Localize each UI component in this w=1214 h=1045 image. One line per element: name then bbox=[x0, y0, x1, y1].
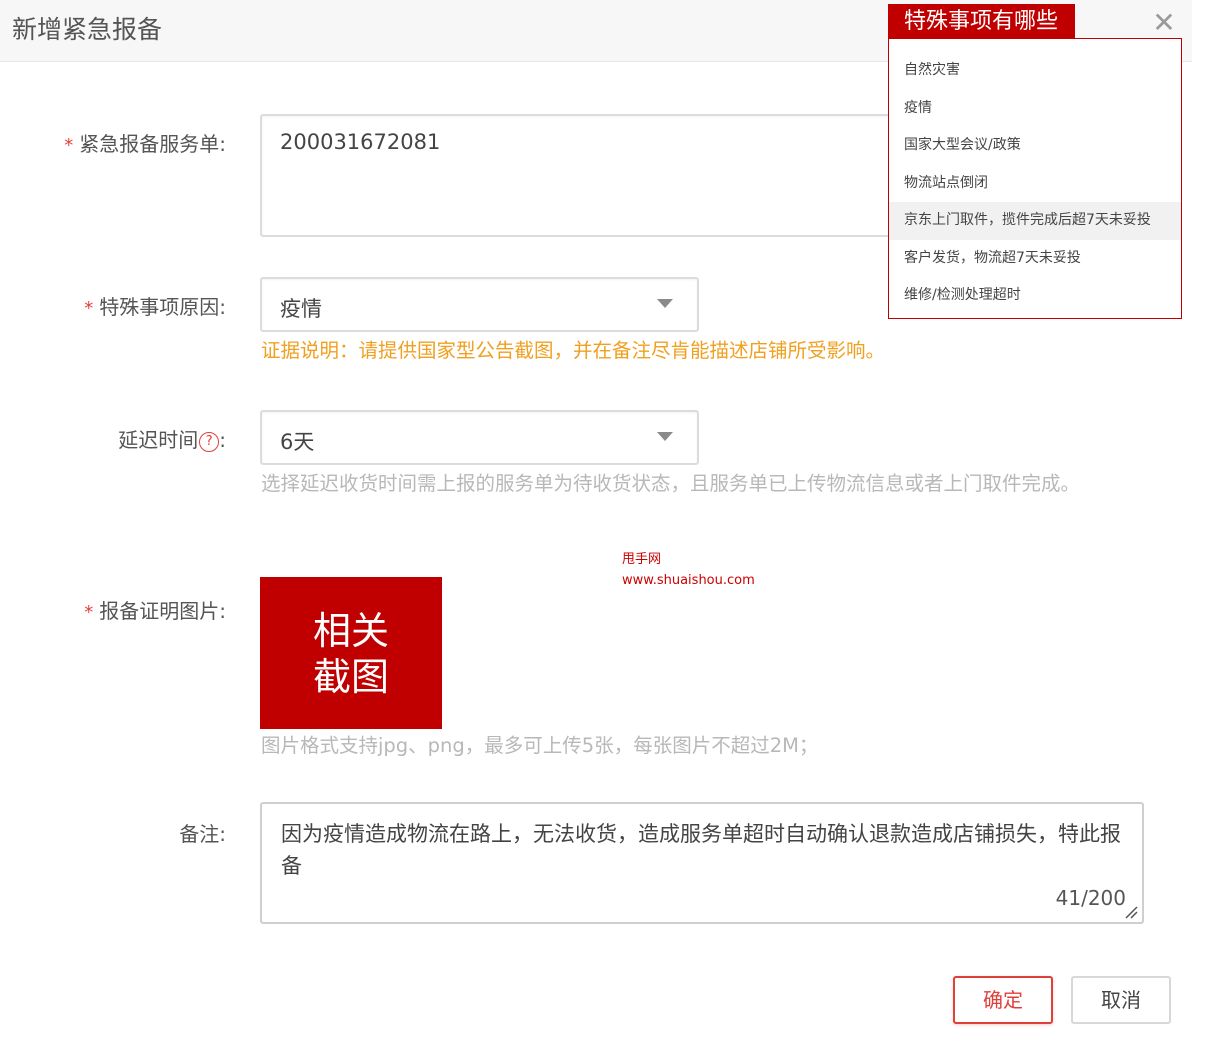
special-reason-label-text: 特殊事项原因: bbox=[99, 295, 226, 319]
popover-item[interactable]: 京东上门取件，揽件完成后超7天未妥投 bbox=[889, 202, 1181, 240]
chevron-down-icon bbox=[657, 432, 673, 441]
delay-time-label: 延迟时间?: bbox=[6, 424, 226, 453]
remark-counter: 41/200 bbox=[1055, 886, 1126, 910]
required-mark: * bbox=[64, 135, 74, 156]
service-order-label-text: 紧急报备服务单: bbox=[79, 132, 226, 156]
delay-time-value: 6天 bbox=[280, 430, 315, 454]
close-icon[interactable]: ✕ bbox=[1150, 8, 1178, 38]
upload-placeholder-line2: 截图 bbox=[312, 655, 389, 699]
delay-time-label-text: 延迟时间 bbox=[118, 428, 199, 452]
remark-value: 因为疫情造成物流在路上，无法收货，造成服务单超时自动确认退款造成店铺损失，特此报… bbox=[281, 822, 1121, 878]
service-order-label: * 紧急报备服务单: bbox=[6, 128, 226, 157]
delay-time-select[interactable]: 6天 bbox=[260, 410, 699, 465]
proof-image-hint: 图片格式支持jpg、png，最多可上传5张，每张图片不超过2M； bbox=[261, 734, 819, 757]
proof-image-label: * 报备证明图片: bbox=[6, 595, 226, 624]
special-items-popover: 自然灾害 疫情 国家大型会议/政策 物流站点倒闭 京东上门取件，揽件完成后超7天… bbox=[888, 38, 1182, 319]
popover-item[interactable]: 物流站点倒闭 bbox=[889, 165, 1181, 203]
popover-item[interactable]: 客户发货，物流超7天未妥投 bbox=[889, 240, 1181, 278]
watermark-name: 甩手网 bbox=[622, 552, 662, 567]
confirm-button[interactable]: 确定 bbox=[953, 976, 1053, 1024]
special-reason-value: 疫情 bbox=[280, 297, 322, 321]
delay-time-hint: 选择延迟收货时间需上报的服务单为待收货状态，且服务单已上传物流信息或者上门取件完… bbox=[261, 472, 1081, 495]
resize-handle-icon[interactable] bbox=[1124, 905, 1138, 919]
popover-title: 特殊事项有哪些 bbox=[888, 4, 1075, 40]
special-reason-select[interactable]: 疫情 bbox=[260, 277, 699, 332]
dialog-title: 新增紧急报备 bbox=[12, 15, 163, 44]
popover-item[interactable]: 自然灾害 bbox=[889, 52, 1181, 90]
remark-label: 备注: bbox=[179, 822, 226, 846]
required-mark: * bbox=[84, 602, 94, 623]
popover-item[interactable]: 维修/检测处理超时 bbox=[889, 277, 1181, 315]
service-order-value: 200031672081 bbox=[280, 130, 441, 154]
popover-item[interactable]: 国家大型会议/政策 bbox=[889, 127, 1181, 165]
remark-textarea[interactable]: 因为疫情造成物流在路上，无法收货，造成服务单超时自动确认退款造成店铺损失，特此报… bbox=[260, 802, 1144, 924]
chevron-down-icon bbox=[657, 299, 673, 308]
question-icon[interactable]: ? bbox=[199, 432, 220, 452]
upload-placeholder-line1: 相关 bbox=[312, 609, 389, 653]
proof-image-upload[interactable]: 相关 截图 bbox=[260, 577, 442, 729]
proof-image-label-text: 报备证明图片: bbox=[99, 599, 226, 623]
delay-time-label-colon: : bbox=[219, 428, 226, 452]
watermark-url: www.shuaishou.com bbox=[622, 573, 755, 588]
special-reason-label: * 特殊事项原因: bbox=[6, 291, 226, 320]
special-reason-hint: 证据说明：请提供国家型公告截图，并在备注尽肯能描述店铺所受影响。 bbox=[261, 339, 886, 362]
required-mark: * bbox=[84, 298, 94, 319]
popover-item[interactable]: 疫情 bbox=[889, 90, 1181, 128]
cancel-button[interactable]: 取消 bbox=[1071, 976, 1171, 1024]
service-order-input[interactable]: 200031672081 bbox=[260, 114, 900, 237]
